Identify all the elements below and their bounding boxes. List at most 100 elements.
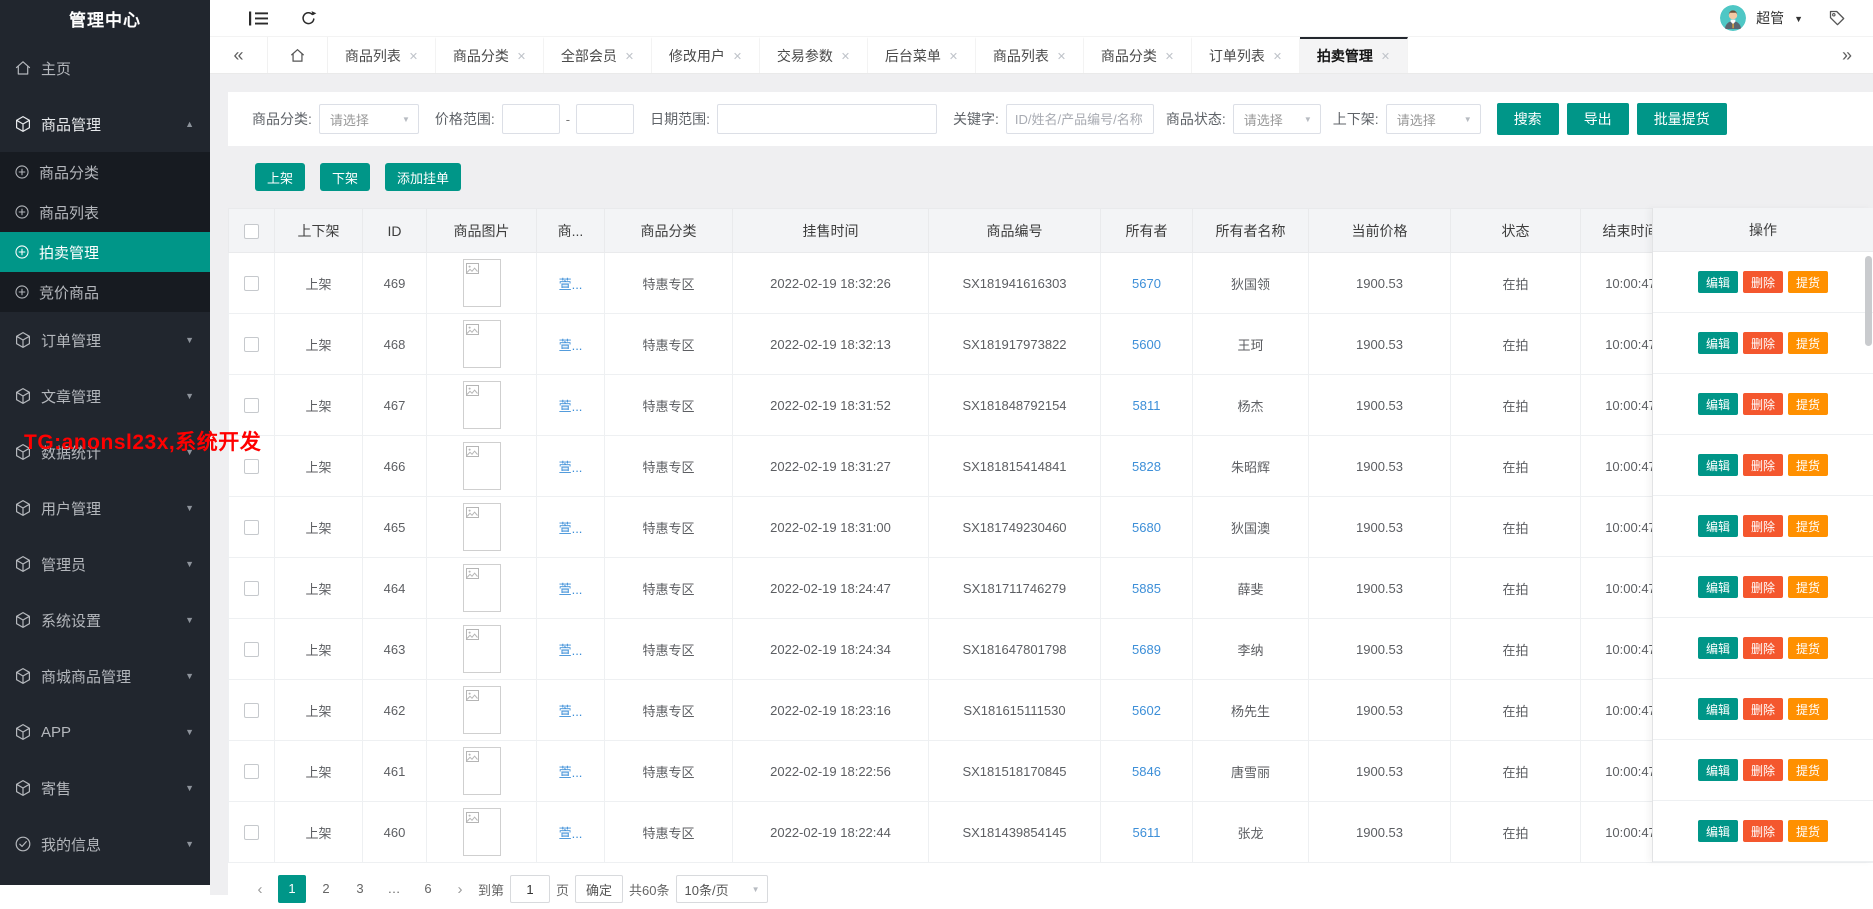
edit-button[interactable]: 编辑 <box>1698 332 1738 354</box>
row-checkbox[interactable] <box>244 276 259 291</box>
page-number[interactable]: 6 <box>414 875 442 903</box>
product-image-placeholder[interactable] <box>463 503 501 551</box>
sidebar-item-system[interactable]: 系统设置 ▼ <box>0 592 210 648</box>
tabs-scroll-left-icon[interactable]: « <box>210 37 268 73</box>
row-checkbox[interactable] <box>244 520 259 535</box>
take-off-shelf-button[interactable]: 下架 <box>320 163 370 191</box>
select-all-checkbox[interactable] <box>244 224 259 239</box>
tab[interactable]: 商品分类 ✕ <box>436 37 544 73</box>
product-name-link[interactable]: 萱... <box>559 826 583 841</box>
pickup-button[interactable]: 提货 <box>1788 637 1828 659</box>
row-checkbox[interactable] <box>244 459 259 474</box>
pickup-button[interactable]: 提货 <box>1788 454 1828 476</box>
product-name-link[interactable]: 萱... <box>559 460 583 475</box>
delete-button[interactable]: 删除 <box>1743 820 1783 842</box>
delete-button[interactable]: 删除 <box>1743 271 1783 293</box>
export-button[interactable]: 导出 <box>1567 103 1629 135</box>
product-name-link[interactable]: 萱... <box>559 582 583 597</box>
owner-link[interactable]: 5600 <box>1132 337 1161 352</box>
page-number[interactable]: 1 <box>278 875 306 903</box>
close-icon[interactable]: ✕ <box>1381 50 1390 63</box>
owner-link[interactable]: 5689 <box>1132 642 1161 657</box>
edit-button[interactable]: 编辑 <box>1698 393 1738 415</box>
date-range-input[interactable] <box>717 104 937 134</box>
sidebar-item-admins[interactable]: 管理员 ▼ <box>0 536 210 592</box>
price-max-input[interactable] <box>576 104 634 134</box>
product-name-link[interactable]: 萱... <box>559 643 583 658</box>
pickup-button[interactable]: 提货 <box>1788 515 1828 537</box>
pickup-button[interactable]: 提货 <box>1788 698 1828 720</box>
close-icon[interactable]: ✕ <box>841 50 850 63</box>
status-select[interactable]: 请选择 ▼ <box>1233 104 1321 134</box>
product-image-placeholder[interactable] <box>463 381 501 429</box>
avatar[interactable] <box>1720 5 1746 31</box>
close-icon[interactable]: ✕ <box>1273 50 1282 63</box>
jump-confirm-button[interactable]: 确定 <box>575 875 623 903</box>
tab[interactable]: 全部会员 ✕ <box>544 37 652 73</box>
tab[interactable]: 商品分类 ✕ <box>1084 37 1192 73</box>
product-image-placeholder[interactable] <box>463 686 501 734</box>
pickup-button[interactable]: 提货 <box>1788 393 1828 415</box>
pickup-button[interactable]: 提货 <box>1788 332 1828 354</box>
row-checkbox[interactable] <box>244 825 259 840</box>
row-checkbox[interactable] <box>244 764 259 779</box>
tab[interactable]: 交易参数 ✕ <box>760 37 868 73</box>
sidebar-item-goods[interactable]: 商品管理 ▲ <box>0 96 210 152</box>
edit-button[interactable]: 编辑 <box>1698 271 1738 293</box>
page-number[interactable]: … <box>380 875 408 903</box>
user-name[interactable]: 超管 <box>1756 8 1784 28</box>
product-name-link[interactable]: 萱... <box>559 704 583 719</box>
owner-link[interactable]: 5680 <box>1132 520 1161 535</box>
delete-button[interactable]: 删除 <box>1743 515 1783 537</box>
sidebar-item-home[interactable]: 主页 <box>0 40 210 96</box>
owner-link[interactable]: 5828 <box>1132 459 1161 474</box>
product-image-placeholder[interactable] <box>463 625 501 673</box>
edit-button[interactable]: 编辑 <box>1698 515 1738 537</box>
row-checkbox[interactable] <box>244 337 259 352</box>
tab[interactable]: 后台菜单 ✕ <box>868 37 976 73</box>
delete-button[interactable]: 删除 <box>1743 698 1783 720</box>
close-icon[interactable]: ✕ <box>949 50 958 63</box>
add-listing-button[interactable]: 添加挂单 <box>385 163 461 191</box>
close-icon[interactable]: ✕ <box>1165 50 1174 63</box>
edit-button[interactable]: 编辑 <box>1698 698 1738 720</box>
page-number[interactable]: 2 <box>312 875 340 903</box>
owner-link[interactable]: 5670 <box>1132 276 1161 291</box>
tab-home[interactable] <box>268 37 328 73</box>
jump-page-input[interactable] <box>510 875 550 903</box>
vertical-scrollbar[interactable] <box>1865 256 1872 346</box>
sidebar-item-users[interactable]: 用户管理 ▼ <box>0 480 210 536</box>
close-icon[interactable]: ✕ <box>1057 50 1066 63</box>
product-name-link[interactable]: 萱... <box>559 399 583 414</box>
row-checkbox[interactable] <box>244 642 259 657</box>
delete-button[interactable]: 删除 <box>1743 576 1783 598</box>
product-name-link[interactable]: 萱... <box>559 277 583 292</box>
sidebar-item-articles[interactable]: 文章管理 ▼ <box>0 368 210 424</box>
row-checkbox[interactable] <box>244 398 259 413</box>
product-image-placeholder[interactable] <box>463 320 501 368</box>
sidebar-item-consign[interactable]: 寄售 ▼ <box>0 760 210 816</box>
product-image-placeholder[interactable] <box>463 747 501 795</box>
sidebar-item-app[interactable]: APP ▼ <box>0 704 210 760</box>
category-select[interactable]: 请选择 ▼ <box>319 104 419 134</box>
price-min-input[interactable] <box>502 104 560 134</box>
search-button[interactable]: 搜索 <box>1497 103 1559 135</box>
product-image-placeholder[interactable] <box>463 808 501 856</box>
tab[interactable]: 订单列表 ✕ <box>1192 37 1300 73</box>
close-icon[interactable]: ✕ <box>517 50 526 63</box>
updown-select[interactable]: 请选择 ▼ <box>1386 104 1481 134</box>
collapse-sidebar-icon[interactable] <box>248 9 268 27</box>
per-page-select[interactable]: 10条/页 ▼ <box>676 875 768 903</box>
sidebar-subitem-商品列表[interactable]: 商品列表 <box>0 192 210 232</box>
tab[interactable]: 商品列表 ✕ <box>976 37 1084 73</box>
keyword-input[interactable] <box>1006 104 1154 134</box>
batch-pickup-button[interactable]: 批量提货 <box>1637 103 1727 135</box>
delete-button[interactable]: 删除 <box>1743 393 1783 415</box>
row-checkbox[interactable] <box>244 703 259 718</box>
delete-button[interactable]: 删除 <box>1743 759 1783 781</box>
pickup-button[interactable]: 提货 <box>1788 820 1828 842</box>
sidebar-subitem-竞价商品[interactable]: 竞价商品 <box>0 272 210 312</box>
put-on-shelf-button[interactable]: 上架 <box>255 163 305 191</box>
user-dropdown-caret-icon[interactable]: ▼ <box>1794 14 1803 24</box>
close-icon[interactable]: ✕ <box>733 50 742 63</box>
